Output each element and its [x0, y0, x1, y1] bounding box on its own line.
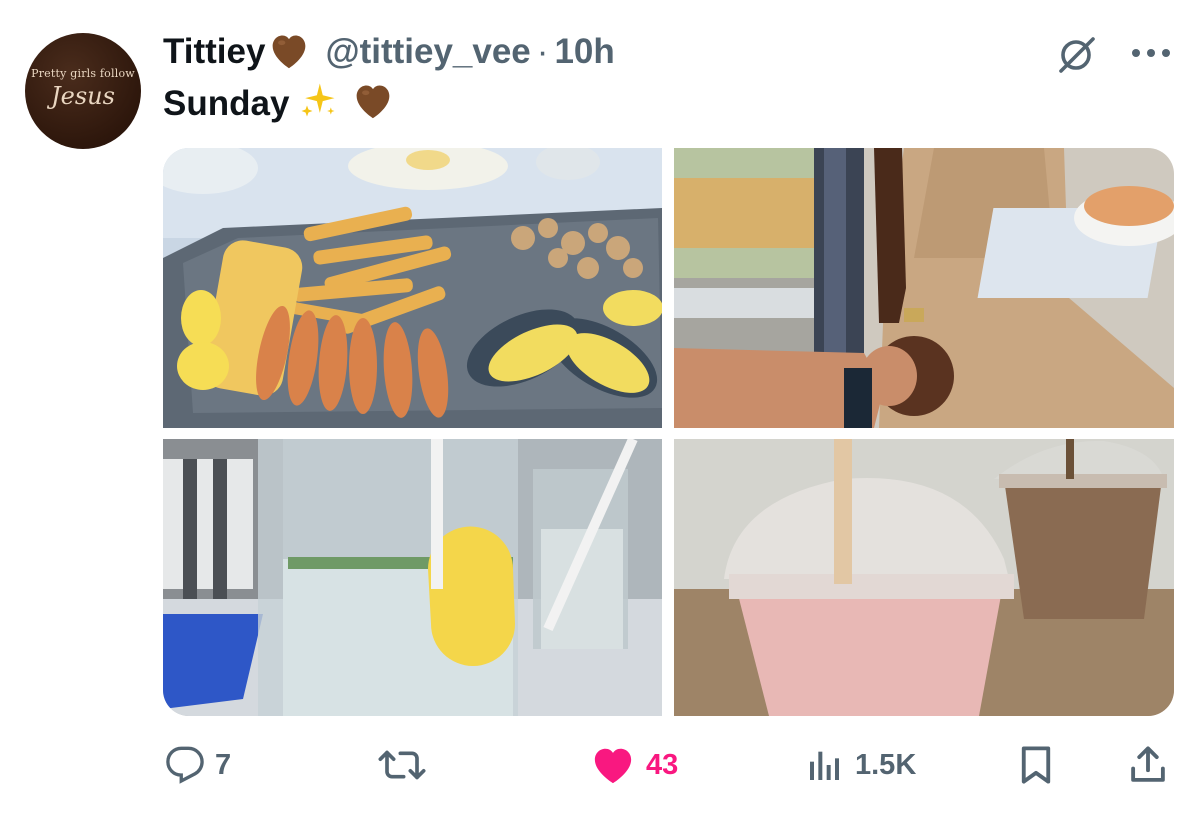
sparkles-icon: [295, 78, 341, 131]
avatar-text-line2: Jesus: [51, 81, 115, 110]
bookmark-icon: [1017, 744, 1055, 786]
views-icon: [805, 745, 845, 785]
views-count: 1.5K: [855, 748, 917, 781]
lemon-water-photo[interactable]: [163, 439, 662, 716]
display-name[interactable]: Tittiey: [163, 32, 265, 72]
views-button[interactable]: 1.5K: [805, 735, 916, 795]
tweet-text-row: Sunday: [163, 80, 395, 128]
separator-dot: ·: [536, 32, 549, 71]
action-bar: 7 43 1.5K: [0, 735, 1200, 795]
reply-count: 7: [215, 748, 232, 781]
holding-hands-photo[interactable]: [674, 148, 1174, 428]
brown-heart-icon: [351, 80, 395, 129]
avatar-text-line1: Pretty girls follow: [31, 66, 135, 80]
user-handle[interactable]: @tittiey_vee: [325, 32, 530, 72]
grok-icon[interactable]: [1052, 30, 1100, 78]
heart-icon: [590, 744, 636, 786]
brown-heart-icon: [267, 30, 311, 75]
share-button[interactable]: [1127, 735, 1169, 795]
reply-button[interactable]: 7: [165, 735, 231, 795]
avatar[interactable]: Pretty girls follow Jesus: [25, 33, 141, 149]
like-button[interactable]: 43: [590, 735, 678, 795]
more-icon[interactable]: [1128, 36, 1174, 70]
retweet-button[interactable]: [378, 735, 436, 795]
share-icon: [1127, 744, 1169, 786]
reply-icon: [165, 745, 205, 785]
like-count: 43: [646, 748, 679, 781]
media-grid: [163, 148, 1174, 716]
retweet-icon: [378, 745, 426, 785]
bookmark-button[interactable]: [1017, 735, 1055, 795]
tweet-text: Sunday: [163, 84, 290, 123]
timestamp[interactable]: 10h: [554, 32, 614, 72]
seafood-platter-photo[interactable]: [163, 148, 662, 428]
milkshakes-photo[interactable]: [674, 439, 1174, 716]
tweet-header: Tittiey @tittiey_vee · 10h: [163, 28, 615, 76]
